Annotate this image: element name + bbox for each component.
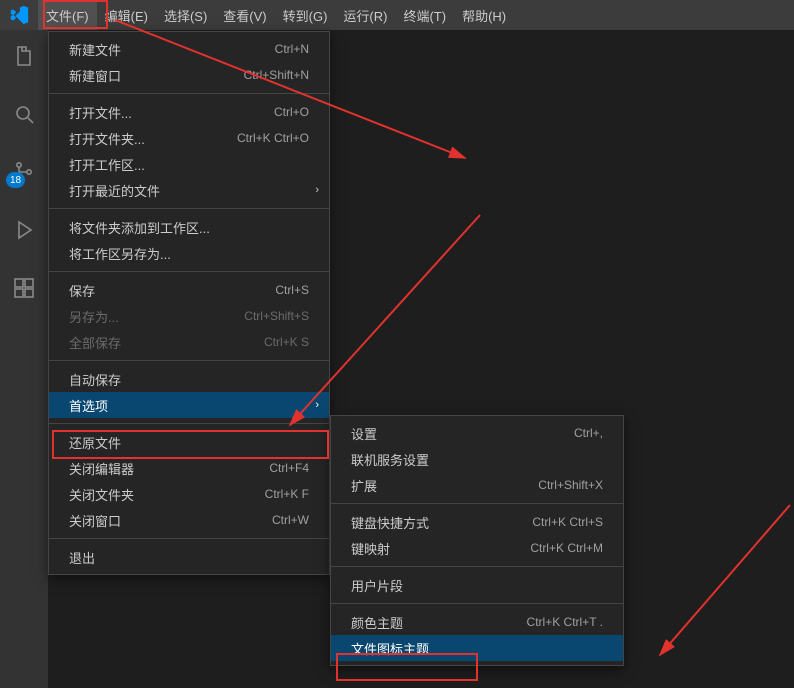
file-menu-shortcut: Ctrl+S	[275, 283, 309, 297]
file-menu-item-11[interactable]: 自动保存	[49, 366, 329, 392]
chevron-right-icon: ›	[315, 399, 319, 411]
chevron-right-icon: ›	[315, 184, 319, 196]
file-menu-shortcut: Ctrl+K S	[264, 335, 309, 349]
pref-menu-label: 键盘快捷方式	[351, 513, 532, 532]
pref-menu-shortcut: Ctrl+K Ctrl+M	[530, 541, 603, 555]
file-menu-label: 还原文件	[69, 433, 309, 452]
scm-badge: 18	[6, 172, 25, 188]
pref-menu-item-1[interactable]: 联机服务设置	[331, 446, 623, 472]
file-menu-item-4[interactable]: 打开工作区...	[49, 151, 329, 177]
file-menu-label: 将工作区另存为...	[69, 244, 309, 263]
file-menu-shortcut: Ctrl+O	[274, 105, 309, 119]
file-menu-shortcut: Ctrl+W	[272, 513, 309, 527]
file-menu-label: 打开文件...	[69, 103, 274, 122]
file-menu-label: 另存为...	[69, 307, 244, 326]
pref-menu-item-5[interactable]: 用户片段	[331, 572, 623, 598]
file-menu-item-2[interactable]: 打开文件...Ctrl+O	[49, 99, 329, 125]
menu-separator	[331, 603, 623, 604]
file-menu-shortcut: Ctrl+F4	[269, 461, 309, 475]
menu-view[interactable]: 查看(V)	[215, 0, 274, 30]
preferences-submenu: 设置Ctrl+,联机服务设置扩展Ctrl+Shift+X键盘快捷方式Ctrl+K…	[330, 415, 624, 666]
file-menu-label: 关闭窗口	[69, 511, 272, 530]
file-menu-item-16[interactable]: 关闭窗口Ctrl+W	[49, 507, 329, 533]
file-menu-label: 退出	[69, 548, 309, 567]
file-menu-item-13[interactable]: 还原文件	[49, 429, 329, 455]
file-menu-item-6[interactable]: 将文件夹添加到工作区...	[49, 214, 329, 240]
explorer-icon[interactable]	[0, 36, 48, 76]
pref-menu-item-0[interactable]: 设置Ctrl+,	[331, 420, 623, 446]
menu-separator	[49, 208, 329, 209]
file-menu-shortcut: Ctrl+K F	[265, 487, 309, 501]
menu-separator	[49, 93, 329, 94]
menu-run[interactable]: 运行(R)	[335, 0, 395, 30]
file-menu-item-8[interactable]: 保存Ctrl+S	[49, 277, 329, 303]
file-menu-item-3[interactable]: 打开文件夹...Ctrl+K Ctrl+O	[49, 125, 329, 151]
file-menu-item-0[interactable]: 新建文件Ctrl+N	[49, 36, 329, 62]
pref-menu-item-6[interactable]: 颜色主题Ctrl+K Ctrl+T .	[331, 609, 623, 635]
pref-menu-item-7[interactable]: 文件图标主题	[331, 635, 623, 661]
vscode-logo-icon	[8, 4, 30, 26]
pref-menu-label: 键映射	[351, 539, 530, 558]
menu-separator	[331, 503, 623, 504]
file-menu-item-14[interactable]: 关闭编辑器Ctrl+F4	[49, 455, 329, 481]
file-menu-item-15[interactable]: 关闭文件夹Ctrl+K F	[49, 481, 329, 507]
file-menu-dropdown: 新建文件Ctrl+N新建窗口Ctrl+Shift+N打开文件...Ctrl+O打…	[48, 31, 330, 575]
file-menu-item-10: 全部保存Ctrl+K S	[49, 329, 329, 355]
file-menu-shortcut: Ctrl+K Ctrl+O	[237, 131, 309, 145]
pref-menu-label: 用户片段	[351, 576, 603, 595]
menu-go[interactable]: 转到(G)	[275, 0, 336, 30]
menu-terminal[interactable]: 终端(T)	[395, 0, 454, 30]
file-menu-shortcut: Ctrl+Shift+N	[244, 68, 309, 82]
file-menu-shortcut: Ctrl+Shift+S	[244, 309, 309, 323]
pref-menu-label: 颜色主题	[351, 613, 527, 632]
file-menu-item-17[interactable]: 退出	[49, 544, 329, 570]
file-menu-label: 关闭编辑器	[69, 459, 269, 478]
menu-separator	[331, 566, 623, 567]
menu-separator	[49, 271, 329, 272]
file-menu-label: 打开最近的文件	[69, 181, 309, 200]
pref-menu-shortcut: Ctrl+,	[574, 426, 603, 440]
menu-file[interactable]: 文件(F)	[38, 0, 97, 30]
source-control-icon[interactable]: 18	[0, 152, 48, 192]
file-menu-shortcut: Ctrl+N	[275, 42, 309, 56]
run-debug-icon[interactable]	[0, 210, 48, 250]
pref-menu-shortcut: Ctrl+Shift+X	[538, 478, 603, 492]
file-menu-item-12[interactable]: 首选项 ›	[49, 392, 329, 418]
file-menu-label: 打开文件夹...	[69, 129, 237, 148]
file-menu-label: 保存	[69, 281, 275, 300]
menu-separator	[49, 360, 329, 361]
pref-menu-label: 设置	[351, 424, 574, 443]
file-menu-label: 打开工作区...	[69, 155, 309, 174]
menu-select[interactable]: 选择(S)	[156, 0, 215, 30]
search-icon[interactable]	[0, 94, 48, 134]
file-menu-label: 新建文件	[69, 40, 275, 59]
file-menu-item-1[interactable]: 新建窗口Ctrl+Shift+N	[49, 62, 329, 88]
pref-menu-item-4[interactable]: 键映射Ctrl+K Ctrl+M	[331, 535, 623, 561]
pref-menu-item-2[interactable]: 扩展Ctrl+Shift+X	[331, 472, 623, 498]
menu-separator	[49, 538, 329, 539]
menu-bar: 文件(F) 编辑(E) 选择(S) 查看(V) 转到(G) 运行(R) 终端(T…	[0, 0, 794, 30]
menu-separator	[49, 423, 329, 424]
menu-edit[interactable]: 编辑(E)	[97, 0, 156, 30]
file-menu-item-7[interactable]: 将工作区另存为...	[49, 240, 329, 266]
pref-menu-item-3[interactable]: 键盘快捷方式Ctrl+K Ctrl+S	[331, 509, 623, 535]
file-menu-label: 全部保存	[69, 333, 264, 352]
file-menu-label: 关闭文件夹	[69, 485, 265, 504]
menu-help[interactable]: 帮助(H)	[454, 0, 514, 30]
file-menu-label: 新建窗口	[69, 66, 244, 85]
pref-menu-shortcut: Ctrl+K Ctrl+T .	[527, 615, 603, 629]
file-menu-label: 将文件夹添加到工作区...	[69, 218, 309, 237]
pref-menu-label: 扩展	[351, 476, 538, 495]
activity-bar: 18	[0, 30, 48, 688]
file-menu-label: 自动保存	[69, 370, 309, 389]
file-menu-label: 首选项	[69, 396, 309, 415]
pref-menu-label: 联机服务设置	[351, 450, 603, 469]
file-menu-item-5[interactable]: 打开最近的文件 ›	[49, 177, 329, 203]
pref-menu-shortcut: Ctrl+K Ctrl+S	[532, 515, 603, 529]
extensions-icon[interactable]	[0, 268, 48, 308]
file-menu-item-9: 另存为...Ctrl+Shift+S	[49, 303, 329, 329]
pref-menu-label: 文件图标主题	[351, 639, 603, 658]
